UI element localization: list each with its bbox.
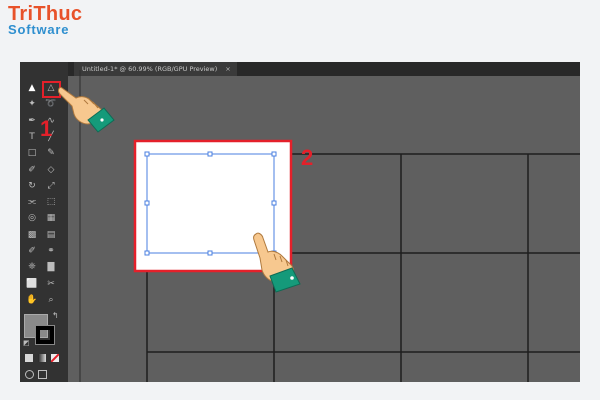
document-tab-title: Untitled-1* @ 60.99% (RGB/GPU Preview) (82, 65, 218, 73)
paintbrush-tool-icon[interactable]: ✎ (45, 148, 57, 159)
width-tool-icon[interactable]: ⫘ (26, 197, 38, 208)
eraser-tool-icon[interactable]: ◇ (45, 165, 57, 176)
magic-wand-tool-icon[interactable]: ✦ (26, 99, 38, 110)
perspective-grid-tool-icon[interactable]: ▦ (45, 213, 57, 224)
brand-logo: TriThuc Software (8, 4, 82, 36)
direct-selection-tool-icon[interactable]: △ (45, 83, 57, 94)
symbol-sprayer-tool-icon[interactable]: ❈ (26, 262, 38, 273)
shape-builder-tool-icon[interactable]: ◎ (26, 213, 38, 224)
document-tab-bar: Untitled-1* @ 60.99% (RGB/GPU Preview) × (68, 62, 580, 76)
curvature-tool-icon[interactable]: ∿ (45, 116, 57, 127)
swap-colors-icon[interactable]: ↰ (52, 311, 59, 320)
hand-tool-icon[interactable]: ✋ (26, 295, 38, 306)
gradient-mode-icon[interactable] (38, 354, 46, 362)
eyedropper-tool-icon[interactable]: ✐ (26, 246, 38, 257)
slice-tool-icon[interactable]: ✂ (45, 279, 57, 290)
selection-tool-icon[interactable]: ▲ (26, 83, 38, 94)
illustrator-window: ▲ △ ✦ ➰ ✒ ∿ T ╱ □ ✎ ✐ ◇ ↻ ⤢ ⫘ ⬚ ◎ ▦ ▩ ▤ ✐ ⚭ ❈ ▇ ⬜ ✂ ✋ ⌕ ↰ ◩ Untitle… (20, 62, 580, 382)
none-mode-icon[interactable] (51, 354, 59, 362)
zoom-tool-icon[interactable]: ⌕ (45, 295, 57, 306)
close-icon[interactable]: × (225, 65, 230, 73)
rectangle-tool-icon[interactable]: □ (26, 148, 38, 159)
document-tab[interactable]: Untitled-1* @ 60.99% (RGB/GPU Preview) × (74, 62, 237, 76)
default-colors-icon[interactable]: ◩ (23, 339, 30, 347)
brand-name-line1: TriThuc (8, 3, 83, 25)
pen-tool-icon[interactable]: ✒ (26, 116, 38, 127)
gradient-tool-icon[interactable]: ▤ (45, 230, 57, 241)
column-graph-tool-icon[interactable]: ▇ (45, 262, 57, 273)
draw-mode-icon[interactable] (25, 370, 34, 379)
tools-panel: ▲ △ ✦ ➰ ✒ ∿ T ╱ □ ✎ ✐ ◇ ↻ ⤢ ⫘ ⬚ ◎ ▦ ▩ ▤ ✐ ⚭ ❈ ▇ ⬜ ✂ ✋ ⌕ ↰ ◩ (20, 62, 69, 382)
type-tool-icon[interactable]: T (26, 132, 38, 143)
free-transform-tool-icon[interactable]: ⬚ (45, 197, 57, 208)
mesh-tool-icon[interactable]: ▩ (26, 230, 38, 241)
color-mode-icon[interactable] (25, 354, 33, 362)
rotate-tool-icon[interactable]: ↻ (26, 181, 38, 192)
lasso-tool-icon[interactable]: ➰ (45, 99, 57, 110)
shaper-tool-icon[interactable]: ✐ (26, 165, 38, 176)
stroke-swatch[interactable] (35, 325, 55, 345)
screen-mode-icon[interactable] (38, 370, 47, 379)
blend-tool-icon[interactable]: ⚭ (45, 246, 57, 257)
line-tool-icon[interactable]: ╱ (45, 132, 57, 143)
artboard-tool-icon[interactable]: ⬜ (26, 279, 38, 290)
artboard-canvas[interactable] (68, 76, 580, 382)
scale-tool-icon[interactable]: ⤢ (45, 181, 57, 192)
